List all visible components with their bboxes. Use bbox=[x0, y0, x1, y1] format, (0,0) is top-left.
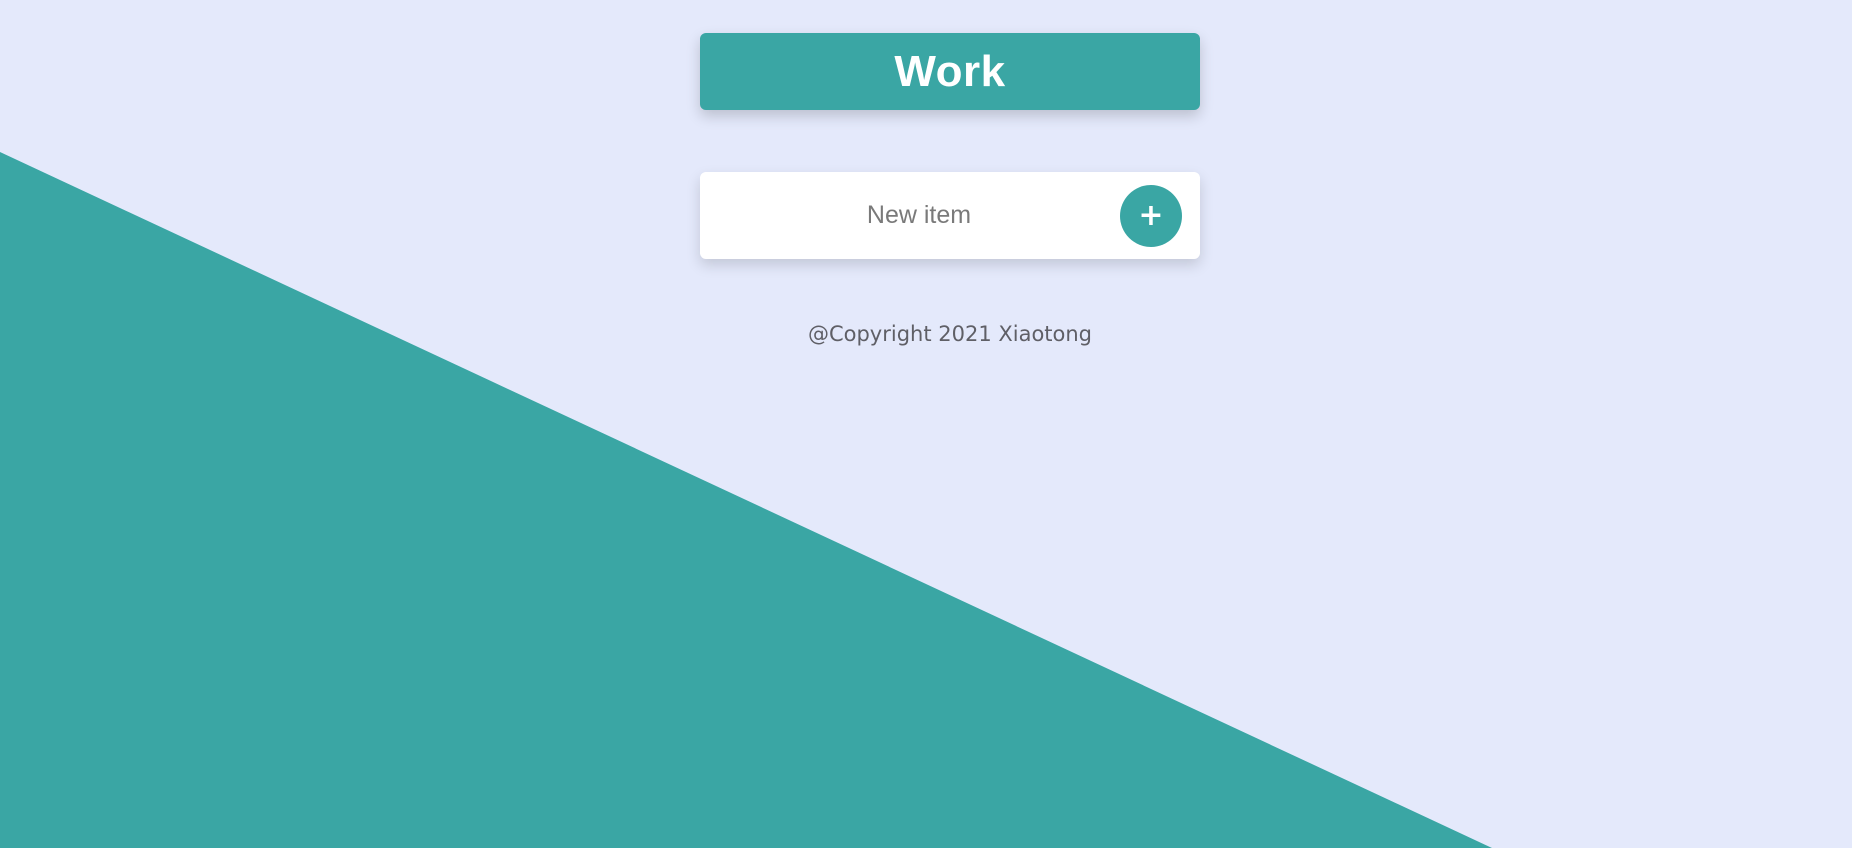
copyright-text: @Copyright 2021 Xiaotong bbox=[807, 322, 1093, 346]
list-title: Work bbox=[894, 46, 1006, 96]
new-item-form: + bbox=[700, 172, 1200, 259]
list-title-box: Work bbox=[700, 33, 1200, 110]
footer: @Copyright 2021 Xiaotong bbox=[700, 322, 1200, 346]
new-item-input[interactable] bbox=[712, 184, 1126, 247]
page: Work + @Copyright 2021 Xiaotong bbox=[0, 0, 1852, 848]
add-item-button[interactable]: + bbox=[1120, 185, 1182, 247]
